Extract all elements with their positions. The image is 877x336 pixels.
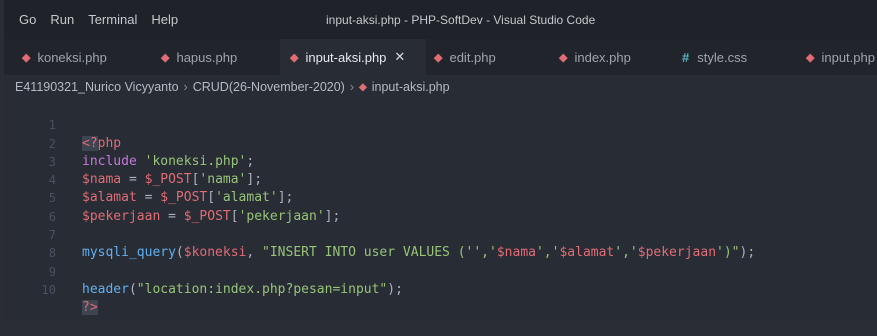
code-line: 1 <?php bbox=[4, 98, 877, 151]
breadcrumb-file[interactable]: input-aksi.php bbox=[372, 80, 450, 94]
php-icon: ◆ bbox=[22, 51, 31, 64]
code-line: 4 $alamat = $_POST['alamat']; bbox=[4, 153, 877, 205]
tab-label: hapus.php bbox=[176, 49, 238, 65]
line-number: 10 bbox=[41, 282, 56, 297]
breadcrumb-folder-root[interactable]: E41190321_Nurico Vicyyanto bbox=[15, 80, 179, 94]
code-line: 3 $nama = $_POST['nama']; bbox=[4, 135, 877, 187]
title-bar: Go Run Terminal Help input-aksi.php - PH… bbox=[4, 0, 877, 39]
tab-label: koneksi.php bbox=[37, 49, 107, 65]
php-icon: ◆ bbox=[806, 51, 815, 64]
code-line: 5 $pekerjaan = $_POST['pekerjaan']; bbox=[4, 171, 877, 223]
php-icon: ◆ bbox=[359, 81, 367, 93]
chevron-right-icon: › bbox=[183, 80, 188, 94]
css-hash-icon: # bbox=[682, 49, 690, 65]
code-editor[interactable]: 1 <?php 2 include 'koneksi.php'; 3 $nama… bbox=[4, 98, 877, 316]
php-icon: ◆ bbox=[559, 51, 568, 64]
punctuation: ); bbox=[387, 281, 403, 297]
vscode-window: Go Run Terminal Help input-aksi.php - PH… bbox=[4, 0, 877, 322]
php-icon: ◆ bbox=[434, 51, 443, 64]
function-name: header bbox=[82, 281, 129, 297]
code-line: 7 mysqli_query($koneksi, "INSERT INTO us… bbox=[4, 208, 877, 260]
tab-label: input-aksi.php bbox=[305, 49, 387, 65]
tab-label: input.php bbox=[821, 49, 875, 65]
php-icon: ◆ bbox=[290, 51, 299, 64]
menu-bar: Go Run Terminal Help bbox=[19, 12, 192, 27]
window-title: input-aksi.php - PHP-SoftDev - Visual St… bbox=[326, 13, 596, 27]
tab-koneksi[interactable]: ◆ koneksi.php bbox=[4, 39, 155, 75]
breadcrumb: E41190321_Nurico Vicyyanto › CRUD(26-Nov… bbox=[15, 80, 450, 94]
tab-hapus[interactable]: ◆ hapus.php bbox=[155, 39, 286, 75]
menu-go[interactable]: Go bbox=[19, 12, 36, 27]
close-icon[interactable]: ✕ bbox=[394, 49, 405, 65]
code-line: 10 ?> bbox=[4, 263, 877, 316]
code-line: 2 include 'koneksi.php'; bbox=[4, 116, 877, 169]
tab-bar: ◆ koneksi.php ◆ hapus.php ◆ input-aksi.p… bbox=[4, 39, 877, 75]
menu-terminal[interactable]: Terminal bbox=[88, 12, 137, 27]
string-literal: "location:index.php?pesan=input" bbox=[136, 281, 388, 297]
php-close-tag: ?> bbox=[82, 300, 98, 316]
punctuation: ( bbox=[128, 281, 137, 297]
tab-label: style.css bbox=[697, 49, 748, 65]
tab-label: edit.php bbox=[449, 49, 496, 65]
tab-input-aksi[interactable]: ◆ input-aksi.php ✕ bbox=[280, 39, 426, 75]
code-line: 9 header("location:index.php?pesan=input… bbox=[4, 244, 877, 297]
code-line: 8 bbox=[4, 226, 877, 260]
tab-index[interactable]: ◆ index.php bbox=[549, 39, 674, 75]
menu-run[interactable]: Run bbox=[50, 12, 74, 27]
code-line: 6 bbox=[4, 189, 877, 224]
php-icon: ◆ bbox=[161, 51, 170, 64]
chevron-right-icon: › bbox=[349, 80, 355, 94]
tab-input[interactable]: ◆ input.php bbox=[802, 39, 877, 75]
menu-help[interactable]: Help bbox=[151, 12, 178, 27]
tab-edit[interactable]: ◆ edit.php bbox=[426, 39, 546, 75]
tab-label: index.php bbox=[574, 49, 631, 65]
breadcrumb-folder-crud[interactable]: CRUD(26-November-2020) bbox=[193, 80, 345, 94]
tab-style[interactable]: # style.css bbox=[674, 39, 800, 75]
